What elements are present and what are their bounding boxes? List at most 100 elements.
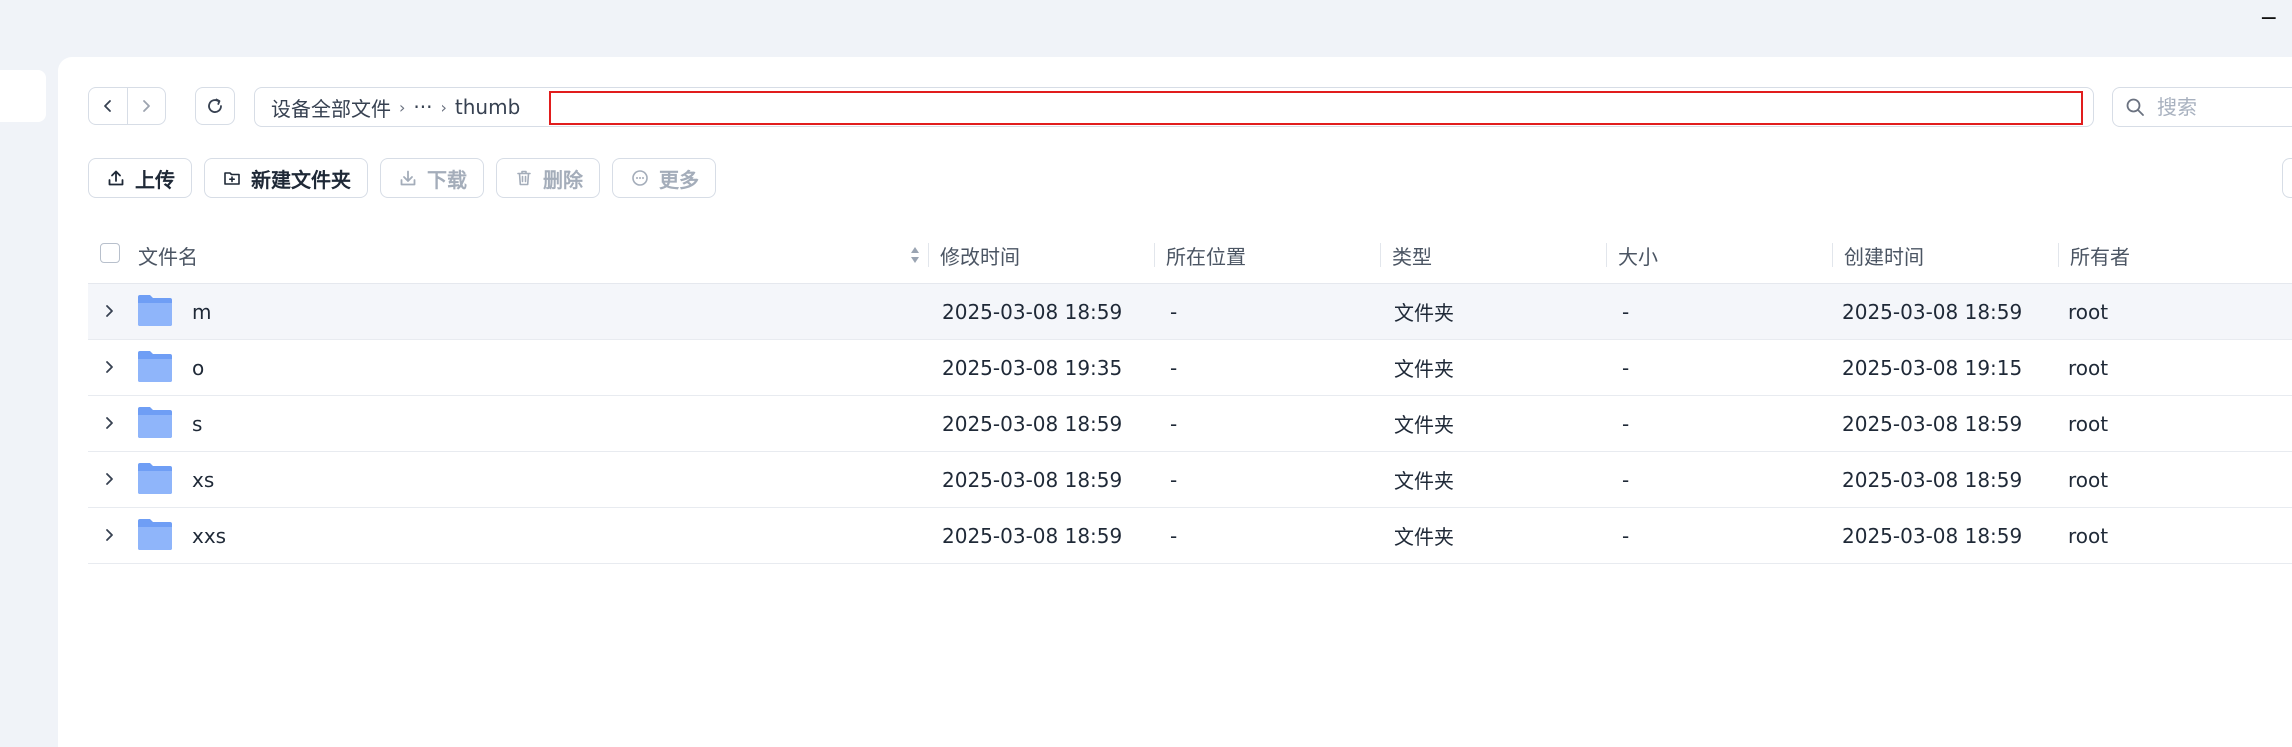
file-size: - [1622,299,1630,324]
view-toggle-button[interactable] [2282,158,2292,198]
created-time: 2025-03-08 18:59 [1842,467,2023,492]
refresh-icon [208,98,222,113]
folder-icon [138,295,172,326]
chevron-right-icon[interactable] [102,358,116,376]
column-divider[interactable] [1606,243,1607,267]
location: - [1170,523,1178,548]
header-type[interactable]: 类型 [1392,227,1432,283]
table-row[interactable]: xxs 2025-03-08 18:59 - 文件夹 - 2025-03-08 … [88,508,2292,564]
chevron-right-icon[interactable] [102,414,116,432]
path-bar[interactable]: 设备全部文件 › ··· › thumb [254,87,2094,127]
more-button[interactable]: 更多 [612,158,716,198]
breadcrumb: 设备全部文件 › ··· › thumb [271,88,520,126]
nav-buttons [88,87,166,125]
owner: root [2068,299,2109,324]
created-time: 2025-03-08 18:59 [1842,411,2023,436]
folder-icon [138,519,172,550]
folder-icon [138,463,172,494]
table-row[interactable]: xs 2025-03-08 18:59 - 文件夹 - 2025-03-08 1… [88,452,2292,508]
upload-icon [108,170,124,186]
trash-icon [517,170,531,186]
column-divider[interactable] [2058,243,2059,267]
column-divider[interactable] [1154,243,1155,267]
modified-time: 2025-03-08 18:59 [942,299,1123,324]
created-time: 2025-03-08 19:15 [1842,355,2023,380]
location: - [1170,411,1178,436]
delete-button[interactable]: 删除 [496,158,600,198]
header-created[interactable]: 创建时间 [1844,227,1924,283]
file-type: 文件夹 [1394,413,1454,437]
modified-time: 2025-03-08 18:59 [942,411,1123,436]
path-edit-input[interactable] [549,91,2083,125]
modified-time: 2025-03-08 18:59 [942,467,1123,492]
column-divider[interactable] [928,243,929,267]
breadcrumb-separator: › [440,97,447,117]
file-manager-panel: 设备全部文件 › ··· › thumb 上传 新建文件夹 下载 删除 [58,57,2292,747]
upload-button[interactable]: 上传 [88,158,192,198]
refresh-button[interactable] [195,87,235,125]
owner: root [2068,355,2109,380]
file-size: - [1622,467,1630,492]
modified-time: 2025-03-08 18:59 [942,523,1123,548]
header-owner[interactable]: 所有者 [2070,227,2130,283]
file-name[interactable]: s [192,396,202,451]
file-name[interactable]: xs [192,452,214,507]
table-row[interactable]: o 2025-03-08 19:35 - 文件夹 - 2025-03-08 19… [88,340,2292,396]
created-time: 2025-03-08 18:59 [1842,299,2023,324]
table-row[interactable]: s 2025-03-08 18:59 - 文件夹 - 2025-03-08 18… [88,396,2292,452]
file-name[interactable]: xxs [192,508,226,563]
header-size[interactable]: 大小 [1618,227,1658,283]
owner: root [2068,523,2109,548]
file-name[interactable]: o [192,340,204,395]
download-label: 下载 [427,167,467,192]
file-table: 文件名 修改时间 所在位置 类型 大小 创建时间 所有者 m 2025-03-0… [88,227,2292,564]
location: - [1170,467,1178,492]
sort-icon[interactable] [908,243,922,267]
chevron-right-icon[interactable] [102,526,116,544]
breadcrumb-ellipsis[interactable]: ··· [413,95,432,119]
new-folder-label: 新建文件夹 [251,167,351,192]
toolbar: 上传 新建文件夹 下载 删除 更多 [88,158,716,198]
minimize-button[interactable]: − [2260,8,2278,30]
modified-time: 2025-03-08 19:35 [942,355,1123,380]
more-icon [632,170,648,186]
forward-button[interactable] [126,88,166,124]
file-size: - [1622,355,1630,380]
table-row[interactable]: m 2025-03-08 18:59 - 文件夹 - 2025-03-08 18… [88,284,2292,340]
select-all-checkbox[interactable] [100,243,120,263]
back-button[interactable] [89,88,127,124]
file-size: - [1622,411,1630,436]
chevron-right-icon[interactable] [102,470,116,488]
chevron-right-icon[interactable] [102,302,116,320]
new-folder-icon [224,172,240,185]
table-header: 文件名 修改时间 所在位置 类型 大小 创建时间 所有者 [88,227,2292,284]
header-modified[interactable]: 修改时间 [940,227,1020,283]
more-label: 更多 [659,167,699,192]
folder-icon [138,351,172,382]
header-name[interactable]: 文件名 [138,227,198,283]
new-folder-button[interactable]: 新建文件夹 [204,158,368,198]
download-icon [400,170,416,186]
file-type: 文件夹 [1394,525,1454,549]
owner: root [2068,467,2109,492]
header-location[interactable]: 所在位置 [1166,227,1246,283]
delete-label: 删除 [543,167,583,192]
column-divider[interactable] [1832,243,1833,267]
file-name[interactable]: m [192,284,211,339]
location: - [1170,355,1178,380]
breadcrumb-root[interactable]: 设备全部文件 [271,93,391,122]
folder-icon [138,407,172,438]
download-button[interactable]: 下载 [380,158,484,198]
file-size: - [1622,523,1630,548]
file-type: 文件夹 [1394,301,1454,325]
file-type: 文件夹 [1394,469,1454,493]
search-icon [2126,98,2144,116]
owner: root [2068,411,2109,436]
search-box[interactable] [2112,87,2292,127]
breadcrumb-current[interactable]: thumb [455,95,520,119]
file-type: 文件夹 [1394,357,1454,381]
search-input[interactable] [2155,94,2292,120]
chevron-left-icon [103,100,111,112]
location: - [1170,299,1178,324]
column-divider[interactable] [1380,243,1381,267]
